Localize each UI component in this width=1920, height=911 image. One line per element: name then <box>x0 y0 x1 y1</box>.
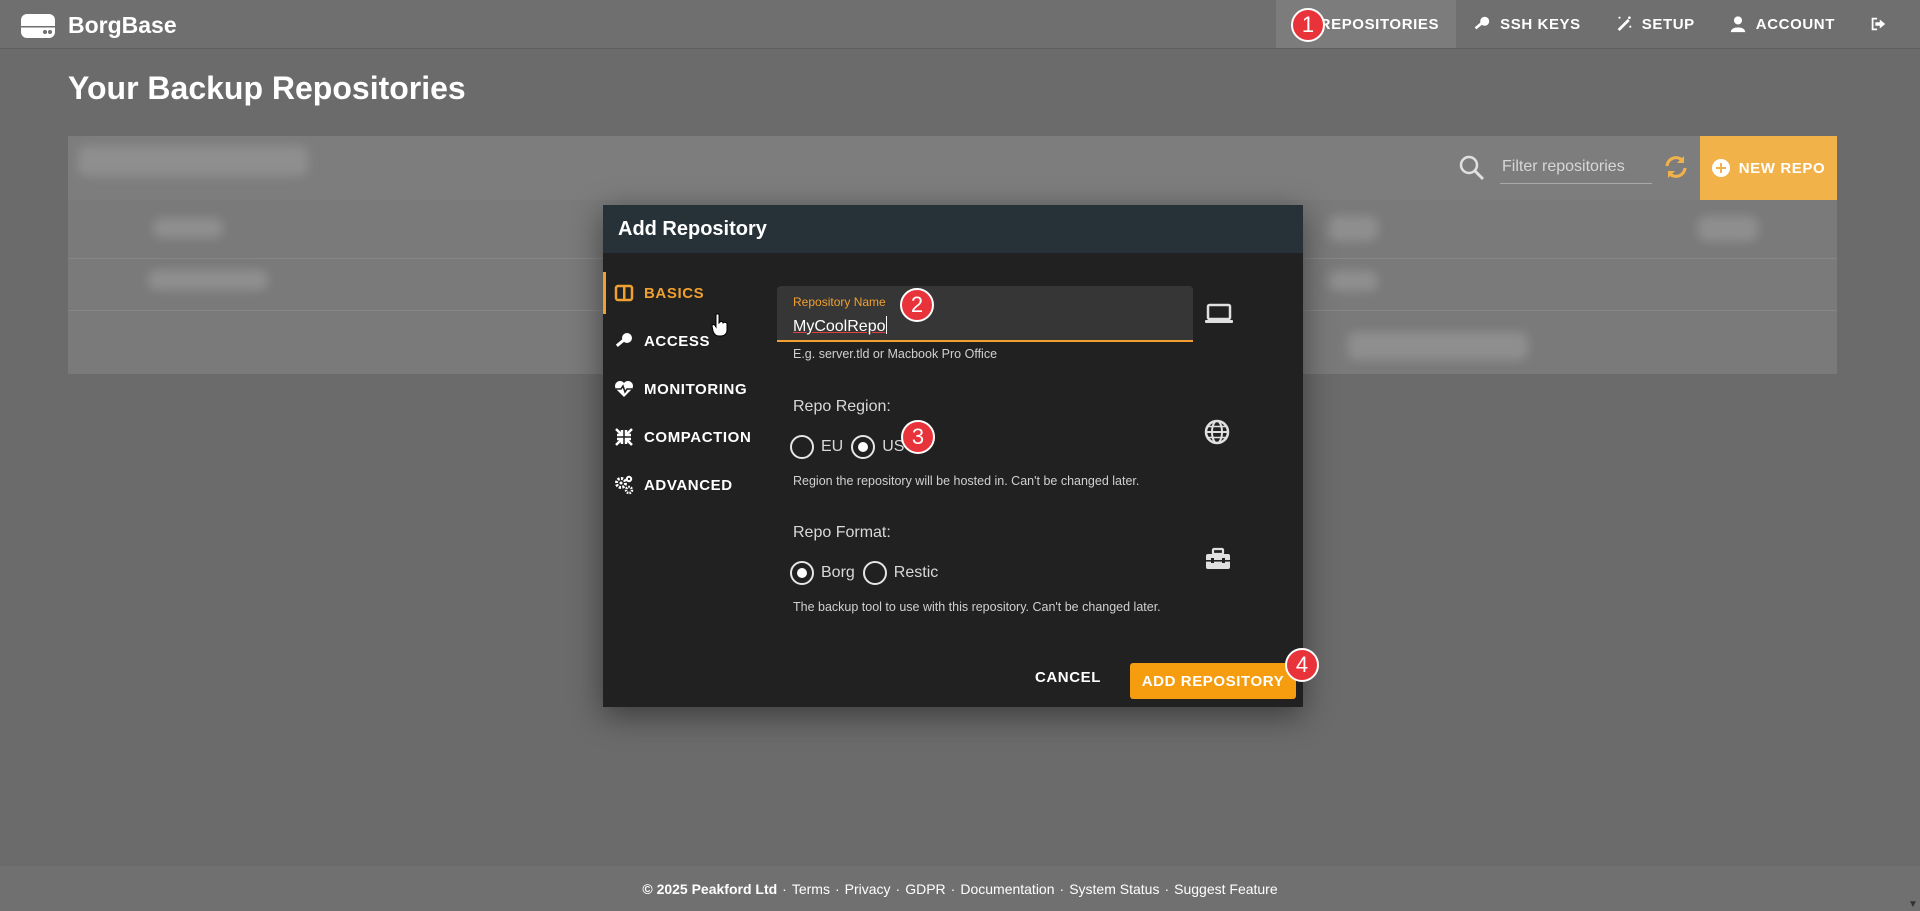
main-nav: REPOSITORIES SSH KEYS SETUP ACCOUNT <box>1275 0 1904 48</box>
page-title: Your Backup Repositories <box>68 70 466 106</box>
radio-us[interactable] <box>851 435 876 459</box>
repository-name-label: Repository Name <box>793 295 886 309</box>
nav-label: ACCOUNT <box>1755 15 1835 33</box>
tab-label: MONITORING <box>644 380 748 398</box>
blurred-content <box>78 146 308 176</box>
radio-restic[interactable] <box>862 561 887 585</box>
repository-name-field[interactable]: Repository Name MyCoolRepo <box>777 286 1193 342</box>
sign-out-icon <box>1871 17 1886 31</box>
blurred-content <box>148 270 268 290</box>
add-repository-button[interactable]: ADD REPOSITORY <box>1130 663 1296 699</box>
nav-setup[interactable]: SETUP <box>1598 0 1712 48</box>
tab-monitoring[interactable]: MONITORING <box>603 365 763 413</box>
brand[interactable]: BorgBase <box>20 12 177 39</box>
hard-drive-icon <box>21 13 55 38</box>
repository-name-hint: E.g. server.tld or Macbook Pro Office <box>793 347 998 361</box>
blurred-content <box>1698 216 1758 241</box>
key-icon <box>1474 16 1490 30</box>
magic-wand-icon <box>1617 16 1632 32</box>
user-icon <box>1730 16 1745 33</box>
globe-icon <box>1204 419 1230 445</box>
repo-format-hint: The backup tool to use with this reposit… <box>793 600 1161 614</box>
footer-link-privacy[interactable]: Privacy <box>845 881 891 897</box>
dialog-sidebar: BASICS ACCESS MONITORING COMPACTION ADVA… <box>603 269 763 509</box>
step-badge: 2 <box>900 288 934 322</box>
radio-eu[interactable] <box>790 435 814 459</box>
key-icon <box>615 333 632 347</box>
radio-eu-label[interactable]: EU <box>821 438 843 456</box>
dialog-title: Add Repository <box>603 205 1303 253</box>
nav-label: REPOSITORIES <box>1319 15 1440 33</box>
nav-account[interactable]: ACCOUNT <box>1712 0 1852 48</box>
top-navbar: BorgBase REPOSITORIES SSH KEYS SETUP ACC… <box>0 0 1920 49</box>
blurred-content <box>1348 332 1528 360</box>
plus-circle-icon <box>1711 159 1730 177</box>
step-badge: 3 <box>901 420 935 454</box>
filter-repositories-input[interactable]: Filter repositories <box>1500 150 1652 184</box>
logout-button[interactable] <box>1852 0 1904 48</box>
footer: © 2025 Peakford Ltd · Terms · Privacy · … <box>0 866 1920 911</box>
hand-cursor-icon <box>711 313 728 337</box>
compress-icon <box>615 428 633 446</box>
brand-name: BorgBase <box>68 12 177 38</box>
add-repository-dialog: Add Repository BASICS ACCESS MONITORING … <box>603 205 1303 707</box>
tab-compaction[interactable]: COMPACTION <box>603 413 763 461</box>
footer-link-system-status[interactable]: System Status <box>1069 881 1159 897</box>
search-icon[interactable] <box>1459 155 1485 181</box>
heartbeat-icon <box>615 381 633 397</box>
repo-region-hint: Region the repository will be hosted in.… <box>793 474 1140 488</box>
tab-advanced[interactable]: ADVANCED <box>603 461 763 509</box>
refresh-icon[interactable] <box>1663 154 1689 180</box>
columns-icon <box>614 284 634 302</box>
step-badge: 4 <box>1285 648 1319 682</box>
footer-link-terms[interactable]: Terms <box>792 881 830 897</box>
laptop-icon <box>1205 303 1233 323</box>
copyright: © 2025 Peakford Ltd <box>642 880 778 897</box>
nav-ssh-keys[interactable]: SSH KEYS <box>1456 0 1598 48</box>
nav-label: SSH KEYS <box>1500 15 1581 33</box>
toolbox-icon <box>1206 547 1230 569</box>
tab-label: ADVANCED <box>644 476 733 494</box>
tab-access[interactable]: ACCESS <box>603 317 763 365</box>
repo-region-label: Repo Region: <box>793 398 891 415</box>
footer-link-suggest-feature[interactable]: Suggest Feature <box>1174 881 1278 897</box>
nav-label: SETUP <box>1641 15 1695 33</box>
tab-basics[interactable]: BASICS <box>603 269 763 317</box>
region-radio-group: EU US <box>790 435 912 459</box>
cogs-icon <box>615 475 634 495</box>
repo-format-label: Repo Format: <box>793 524 891 541</box>
new-repo-label: NEW REPO <box>1738 159 1826 177</box>
radio-borg[interactable] <box>790 561 814 585</box>
tab-label: BASICS <box>644 284 705 302</box>
radio-restic-label[interactable]: Restic <box>894 564 938 582</box>
repository-name-value[interactable]: MyCoolRepo <box>793 316 887 336</box>
blurred-content <box>1328 271 1378 291</box>
tab-label: ACCESS <box>644 332 711 350</box>
cancel-button[interactable]: CANCEL <box>1030 659 1106 695</box>
footer-link-documentation[interactable]: Documentation <box>960 881 1054 897</box>
footer-link-gdpr[interactable]: GDPR <box>905 881 945 897</box>
blurred-content <box>1328 216 1378 241</box>
radio-borg-label[interactable]: Borg <box>821 564 855 582</box>
format-radio-group: Borg Restic <box>790 561 946 585</box>
blurred-content <box>153 218 223 238</box>
tab-label: COMPACTION <box>644 428 752 446</box>
step-badge: 1 <box>1291 8 1325 42</box>
new-repo-button[interactable]: NEW REPO <box>1700 136 1837 200</box>
scroll-down-arrow-icon[interactable]: ▼ <box>1908 899 1918 910</box>
